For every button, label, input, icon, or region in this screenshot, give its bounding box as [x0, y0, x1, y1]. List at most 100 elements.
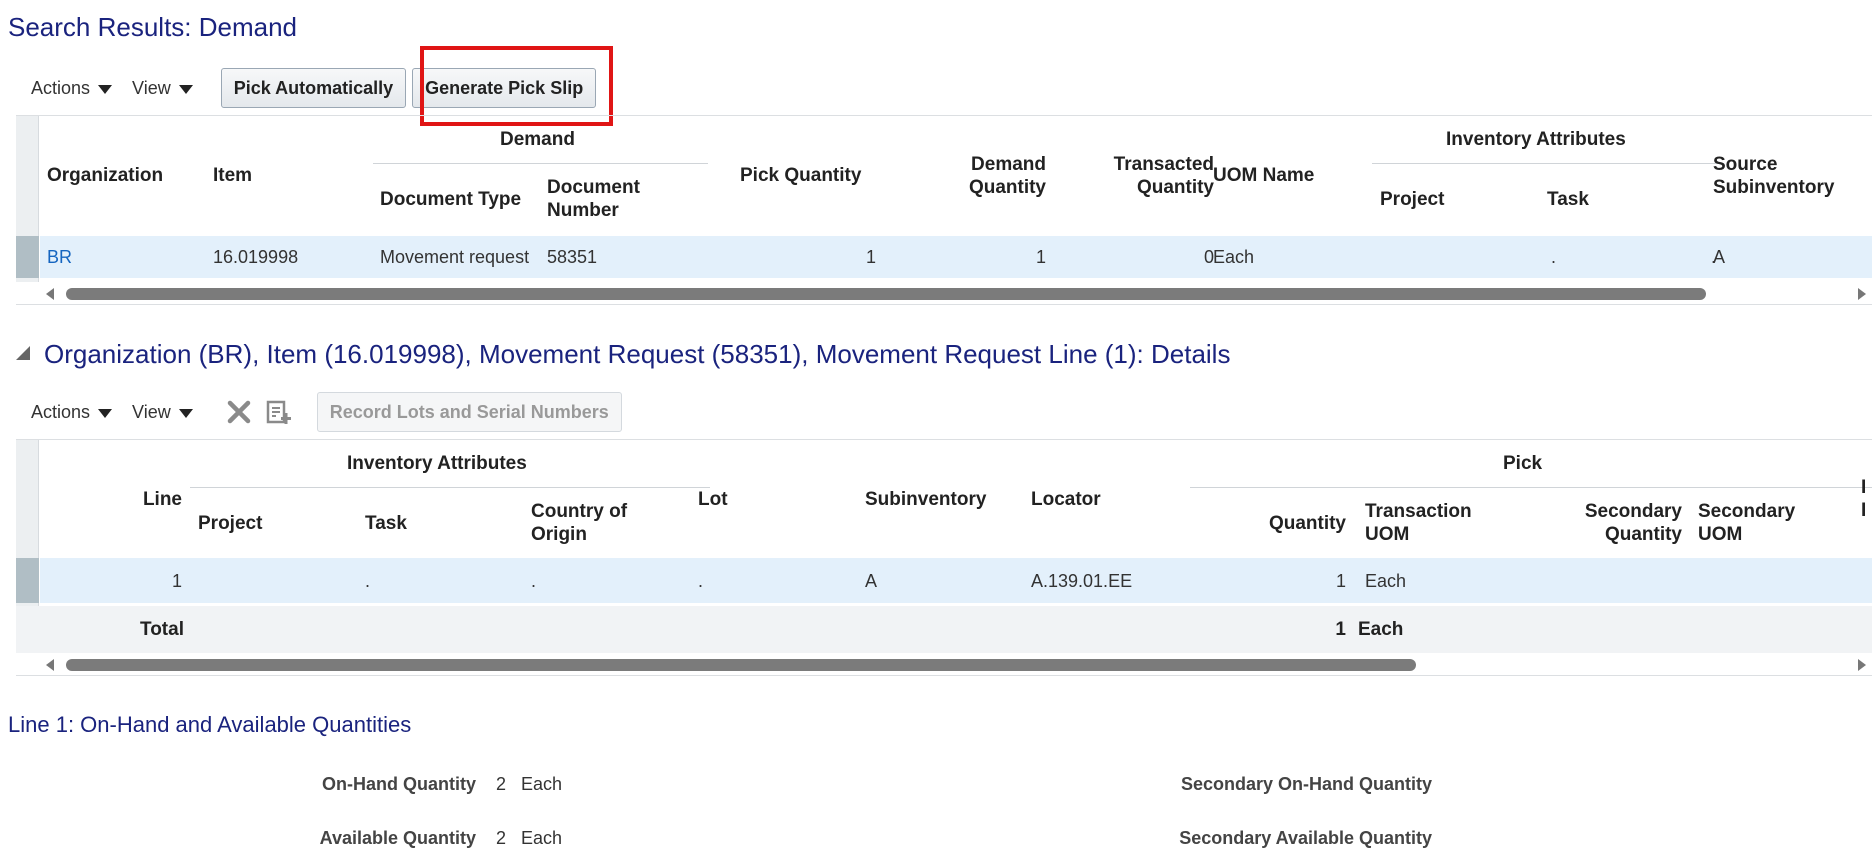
scroll-left-icon[interactable] [46, 288, 54, 300]
col-country-of-origin-line2: Origin [531, 524, 587, 545]
cell-line: 1 [171, 571, 182, 591]
col-secondary-uom-line1: Secondary [1698, 501, 1796, 522]
demand-table: Organization Item Demand Document Type D… [16, 115, 1872, 305]
available-quantity-value: 2 [496, 828, 507, 848]
col-subinventory[interactable]: Subinventory [865, 488, 986, 511]
details-actions-menu-label: Actions [31, 401, 91, 422]
col-group-inventory-attributes: Inventory Attributes [1446, 129, 1626, 150]
col-source-subinventory[interactable]: Source Subinventory [1713, 153, 1834, 199]
details-toolbar: Actions View Record Lots and Serial Numb… [31, 392, 628, 432]
scroll-right-icon[interactable] [1858, 659, 1866, 671]
disclosure-triangle-icon[interactable] [16, 346, 30, 360]
col-demand-quantity[interactable]: Demand Quantity [946, 153, 1046, 199]
chevron-down-icon [98, 409, 113, 418]
onhand-title: Line 1: On-Hand and Available Quantities [8, 712, 412, 737]
col-country-of-origin-line1: Country of [531, 501, 628, 522]
col-task[interactable]: Task [365, 512, 407, 535]
details-table-row[interactable] [40, 558, 1872, 603]
delete-icon[interactable] [225, 398, 253, 426]
col-secondary-uom[interactable]: Secondary UOM [1698, 500, 1795, 546]
view-menu[interactable]: View [132, 78, 193, 99]
cell-document-number: 58351 [547, 247, 598, 267]
col-group-inventory-attributes: Inventory Attributes [347, 453, 527, 474]
col-item[interactable]: Item [213, 164, 252, 187]
col-task[interactable]: Task [1547, 188, 1589, 211]
col-secondary-quantity-line1: Secondary [1584, 501, 1682, 522]
view-menu-label: View [132, 77, 171, 98]
cell-source-subinventory: A [1713, 247, 1726, 267]
col-secondary-uom-line2: UOM [1698, 524, 1743, 545]
col-transaction-uom-line1: Transaction [1365, 501, 1472, 522]
col-document-number-line2: Number [547, 200, 619, 221]
col-transacted-quantity-line1: Transacted [1113, 154, 1214, 175]
col-secondary-quantity-line2: Quantity [1604, 524, 1682, 545]
col-line[interactable]: Line [116, 488, 182, 511]
cell-locator: A.139.01.EE [1031, 571, 1133, 591]
cell-country-of-origin-dot: . [698, 571, 704, 591]
col-document-number[interactable]: Document Number [547, 176, 640, 222]
row-gutter [16, 116, 39, 282]
actions-menu[interactable]: Actions [31, 78, 113, 99]
details-view-menu-label: View [132, 401, 171, 422]
col-lot[interactable]: Lot [698, 488, 728, 511]
scrollbar-thumb[interactable] [66, 659, 1416, 671]
onhand-quantity-label: On-Hand Quantity [322, 774, 476, 794]
details-view-menu[interactable]: View [132, 402, 193, 423]
cell-task: . [1550, 247, 1556, 267]
col-document-type[interactable]: Document Type [380, 188, 521, 211]
col-pick-quantity[interactable]: Pick Quantity [740, 164, 861, 187]
details-row-gutter [16, 440, 39, 606]
col-group-demand: Demand [500, 129, 575, 150]
col-transacted-quantity[interactable]: Transacted Quantity [1096, 153, 1214, 199]
chevron-down-icon [178, 409, 193, 418]
cell-quantity: 1 [1335, 571, 1346, 591]
cell-organization-link[interactable]: BR [47, 247, 72, 268]
col-quantity[interactable]: Quantity [1246, 512, 1346, 535]
cell-project-dot: . [365, 571, 371, 591]
details-horizontal-scrollbar[interactable] [16, 655, 1872, 675]
col-locator[interactable]: Locator [1031, 488, 1101, 511]
onhand-quantity-uom: Each [521, 774, 563, 794]
col-cut-off-line1: I [1861, 477, 1867, 498]
col-cut-off-line2: I [1861, 500, 1867, 521]
scrollbar-thumb[interactable] [66, 288, 1706, 300]
total-uom: Each [1358, 619, 1404, 640]
col-project[interactable]: Project [198, 512, 262, 535]
total-label: Total [140, 619, 184, 640]
col-transaction-uom[interactable]: Transaction UOM [1365, 500, 1472, 546]
col-secondary-quantity[interactable]: Secondary Quantity [1566, 500, 1682, 546]
cell-transacted-quantity: 0 [1203, 247, 1214, 267]
available-quantity-label: Available Quantity [319, 828, 476, 848]
chevron-down-icon [178, 85, 193, 94]
col-document-number-line1: Document [547, 177, 640, 198]
details-actions-menu[interactable]: Actions [31, 401, 113, 423]
col-organization[interactable]: Organization [47, 164, 163, 187]
cell-uom-name: Each [1213, 247, 1255, 267]
col-source-subinventory-line1: Source [1713, 154, 1778, 175]
cell-pick-quantity: 1 [865, 247, 876, 267]
pick-automatically-button[interactable]: Pick Automatically [220, 68, 407, 108]
chevron-down-icon [98, 85, 113, 94]
col-transacted-quantity-line2: Quantity [1136, 177, 1214, 198]
col-uom-name[interactable]: UOM Name [1213, 164, 1314, 187]
col-country-of-origin[interactable]: Country of Origin [531, 500, 627, 546]
cell-document-type: Movement request [380, 247, 530, 267]
record-lots-serial-button[interactable]: Record Lots and Serial Numbers [316, 392, 622, 432]
add-row-icon[interactable] [265, 398, 293, 426]
scroll-right-icon[interactable] [1858, 288, 1866, 300]
horizontal-scrollbar[interactable] [16, 284, 1872, 304]
onhand-quantity-value: 2 [496, 774, 507, 794]
scroll-left-icon[interactable] [46, 659, 54, 671]
col-project[interactable]: Project [1380, 188, 1444, 211]
cell-item: 16.019998 [213, 247, 299, 267]
cell-task-dot: . [531, 571, 537, 591]
col-group-pick: Pick [1503, 453, 1543, 474]
total-row [16, 606, 1872, 653]
col-cut-off: I I [1861, 476, 1866, 522]
secondary-available-label: Secondary Available Quantity [1179, 828, 1432, 848]
cell-inventory-attribute-dot: . [1710, 247, 1716, 267]
row-selector[interactable] [16, 236, 39, 278]
details-row-selector[interactable] [16, 558, 39, 603]
col-source-subinventory-line2: Subinventory [1713, 177, 1835, 198]
col-demand-quantity-line2: Quantity [968, 177, 1046, 198]
